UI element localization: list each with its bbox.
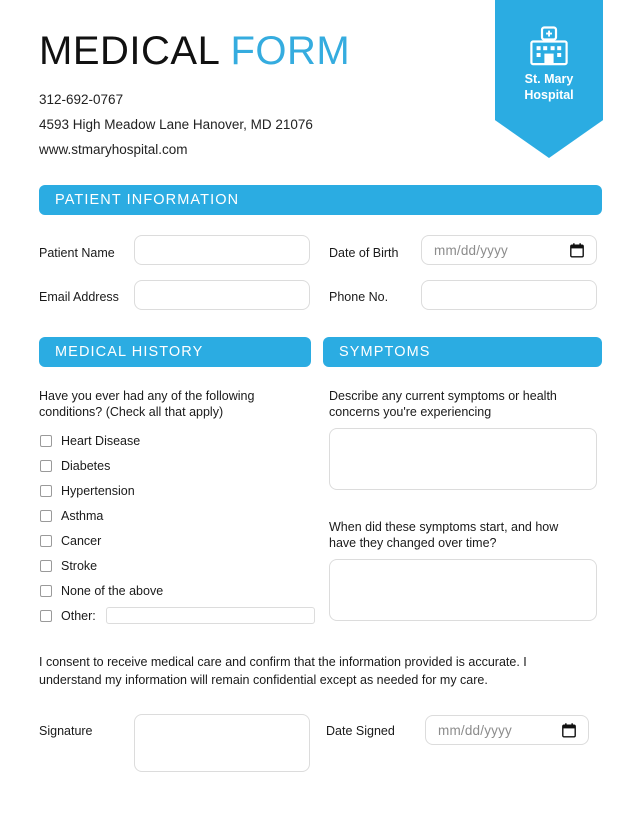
email-address-input[interactable] xyxy=(134,280,310,310)
symptoms-question-2: When did these symptoms start, and how h… xyxy=(329,520,559,550)
checkbox-cancer[interactable] xyxy=(40,534,52,547)
hospital-name: St. Mary Hospital xyxy=(495,71,603,103)
date-of-birth-input[interactable]: mm/dd/yyyy xyxy=(421,235,597,265)
checkbox-none-of-the-above[interactable] xyxy=(40,584,52,597)
checkbox-row-heart-disease[interactable]: Heart Disease xyxy=(40,428,315,453)
consent-statement: I consent to receive medical care and co… xyxy=(39,655,527,687)
symptoms-answer-1-textarea[interactable] xyxy=(329,428,597,490)
date-signed-placeholder: mm/dd/yyyy xyxy=(438,722,513,738)
checkbox-label-diabetes: Diabetes xyxy=(61,458,111,473)
label-phone-no: Phone No. xyxy=(329,290,389,304)
phone-no-input[interactable] xyxy=(421,280,597,310)
signature-input[interactable] xyxy=(134,714,310,772)
checkbox-row-hypertension[interactable]: Hypertension xyxy=(40,478,315,503)
section-header-patient-information: PATIENT INFORMATION xyxy=(39,185,602,215)
page-title: MEDICAL FORM xyxy=(39,27,350,75)
clinic-website: www.stmaryhospital.com xyxy=(39,142,188,157)
clinic-phone: 312-692-0767 xyxy=(39,92,124,107)
hospital-name-line2: Hospital xyxy=(524,88,574,102)
checkbox-label-cancer: Cancer xyxy=(61,533,102,548)
medical-form-page: MEDICAL FORM 312-692-0767 4593 High Mead… xyxy=(0,0,640,828)
title-medical: MEDICAL xyxy=(39,29,219,73)
checkbox-label-none-of-the-above: None of the above xyxy=(61,583,164,598)
checkbox-stroke[interactable] xyxy=(40,559,52,572)
title-form: FORM xyxy=(230,29,351,73)
patient-name-input[interactable] xyxy=(134,235,310,265)
checkbox-row-cancer[interactable]: Cancer xyxy=(40,528,315,553)
checkbox-row-stroke[interactable]: Stroke xyxy=(40,553,315,578)
checkbox-label-asthma: Asthma xyxy=(61,508,104,523)
date-signed-input[interactable]: mm/dd/yyyy xyxy=(425,715,589,745)
date-of-birth-placeholder: mm/dd/yyyy xyxy=(434,242,509,258)
other-condition-input[interactable] xyxy=(105,607,315,624)
label-patient-name: Patient Name xyxy=(39,246,115,260)
clinic-address: 4593 High Meadow Lane Hanover, MD 21076 xyxy=(39,117,313,132)
checkbox-label-heart-disease: Heart Disease xyxy=(61,433,141,448)
checkbox-row-diabetes[interactable]: Diabetes xyxy=(40,453,315,478)
checkbox-heart-disease[interactable] xyxy=(40,434,52,447)
label-date-signed: Date Signed xyxy=(326,724,395,738)
checkbox-row-asthma[interactable]: Asthma xyxy=(40,503,315,528)
checkbox-hypertension[interactable] xyxy=(40,484,52,497)
checkbox-label-other: Other: xyxy=(61,608,96,623)
checkbox-label-stroke: Stroke xyxy=(61,558,98,573)
checkbox-row-none-of-the-above[interactable]: None of the above xyxy=(40,578,315,603)
symptoms-question-1: Describe any current symptoms or health … xyxy=(329,389,557,419)
label-date-of-birth: Date of Birth xyxy=(329,246,399,260)
label-email-address: Email Address xyxy=(39,290,119,304)
checkbox-diabetes[interactable] xyxy=(40,459,52,472)
checkbox-asthma[interactable] xyxy=(40,509,52,522)
form-header: MEDICAL FORM 312-692-0767 4593 High Mead… xyxy=(0,0,640,170)
checkbox-other[interactable] xyxy=(40,609,52,622)
hospital-logo-ribbon: St. Mary Hospital xyxy=(495,0,603,158)
checkbox-label-hypertension: Hypertension xyxy=(61,483,135,498)
section-header-symptoms: SYMPTOMS xyxy=(323,337,602,367)
medical-history-checkbox-list: Heart Disease Diabetes Hypertension Asth… xyxy=(40,428,315,628)
hospital-building-icon xyxy=(530,26,568,66)
label-signature: Signature xyxy=(39,724,93,738)
calendar-icon[interactable] xyxy=(562,722,576,738)
clinic-contact-block: 312-692-0767 4593 High Meadow Lane Hanov… xyxy=(39,87,313,162)
checkbox-row-other[interactable]: Other: xyxy=(40,603,315,628)
medical-history-question: Have you ever had any of the following c… xyxy=(39,389,255,419)
calendar-icon[interactable] xyxy=(570,242,584,258)
hospital-name-line1: St. Mary xyxy=(524,72,574,86)
symptoms-answer-2-textarea[interactable] xyxy=(329,559,597,621)
section-header-medical-history: MEDICAL HISTORY xyxy=(39,337,311,367)
